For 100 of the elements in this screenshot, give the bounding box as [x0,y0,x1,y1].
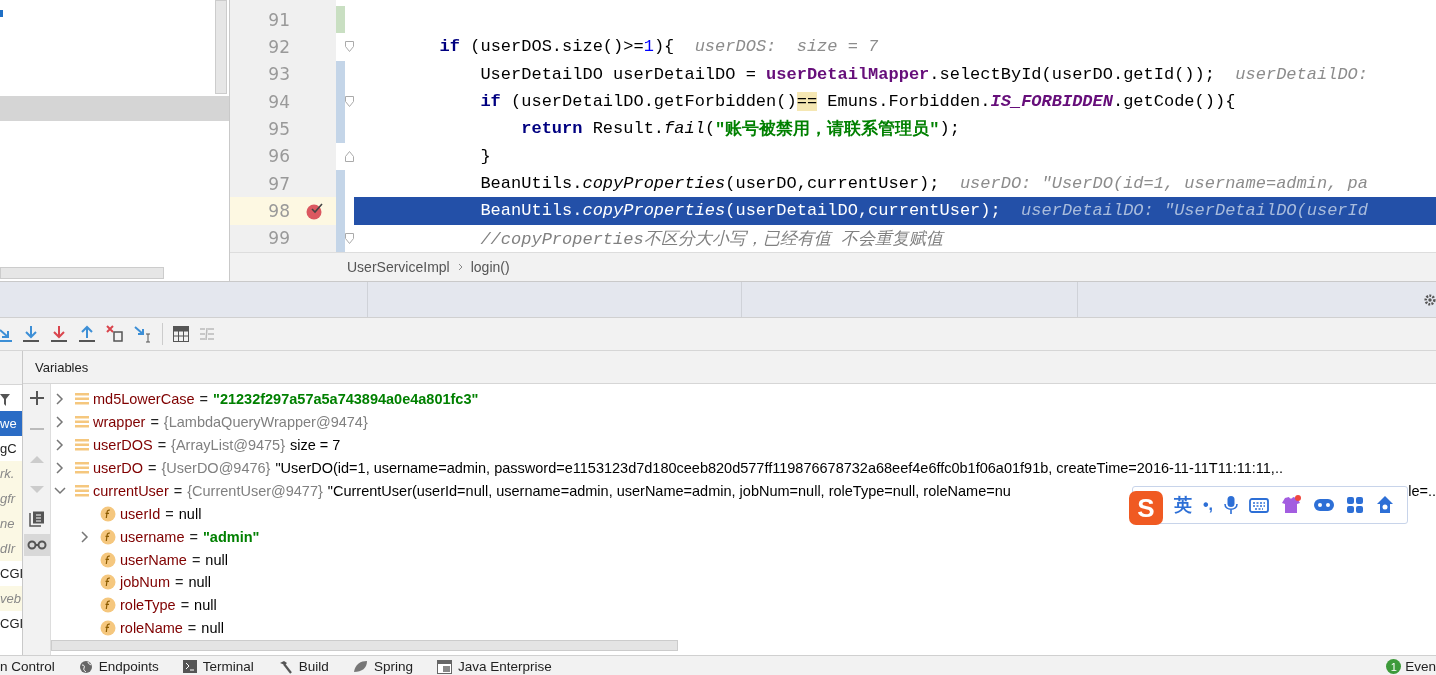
inline-value-hint: userDOS: size = 7 [694,37,879,57]
keyboard-icon[interactable] [1249,497,1270,513]
code-token: BeanUtils. [479,174,583,194]
variable-name: username [120,528,185,545]
tool-window-button[interactable]: Build [298,659,329,674]
grid-icon[interactable] [1346,496,1365,514]
line-number: 92 [267,37,290,57]
scrollbar[interactable] [0,267,164,279]
variable-name: userDOS [93,437,153,454]
tool-window-button[interactable]: Endpoints [98,659,159,674]
microphone-icon[interactable] [1224,495,1239,515]
shirt-icon[interactable] [1280,495,1303,515]
fold-icon[interactable] [345,150,354,162]
fold-icon[interactable] [345,41,354,53]
line-number: 91 [267,9,290,30]
variable-value: "21232f297a57a5a743894a0e4a801fc3" [213,391,479,408]
calculator-icon[interactable] [173,326,189,342]
stack-frame[interactable]: gC [0,436,22,461]
settings-icon[interactable] [1424,292,1436,307]
equals-sign: = [165,505,174,522]
code-token: copyProperties [582,201,726,221]
variable-name: md5LowerCase [93,391,195,408]
field-icon [100,597,116,614]
stack-frame[interactable]: we [0,411,22,436]
drop-frame-icon[interactable] [106,325,124,343]
code-token: BeanUtils. [479,201,583,221]
tool-window-button[interactable]: n Control [0,659,55,674]
inline-value-hint: userDetailDO: [1235,64,1368,84]
filter-icon[interactable] [0,393,10,407]
chevron-right-icon[interactable] [81,530,89,543]
line-number: 93 [267,64,290,85]
code-token: == [796,92,818,112]
scrollbar[interactable] [51,639,678,651]
tool-window-button[interactable]: Even [1405,659,1436,674]
leaf-icon [352,660,368,673]
variable-icon [75,438,89,453]
change-marker[interactable] [336,6,345,34]
chevron-right-icon[interactable] [56,416,64,429]
force-step-into-icon[interactable] [50,325,68,343]
variable-value: null [188,574,211,591]
code-token: } [479,146,491,166]
variable-icon [75,483,89,498]
glasses-icon[interactable] [26,540,47,550]
scrollbar[interactable] [215,0,227,94]
code-token: Emuns.Forbidden. [826,92,991,112]
run-to-cursor-icon[interactable] [134,325,152,343]
object-reference: {CurrentUser@9477} [187,482,323,499]
plus-icon[interactable] [29,391,44,405]
selection-marker [0,10,3,17]
fold-icon[interactable] [345,96,354,108]
equals-sign: = [187,620,197,637]
stack-frame[interactable]: CGI [0,561,22,586]
object-reference: {LambdaQueryWrapper@9474} [163,414,368,431]
tool-window-button[interactable]: Spring [373,659,413,674]
code-token: ){ [653,37,675,57]
input-mode-toggle[interactable]: 英 [1174,493,1192,517]
stack-frame[interactable]: CGI [0,611,22,636]
window-icon [436,659,452,674]
house-icon[interactable] [1375,495,1396,515]
change-marker[interactable] [336,224,345,252]
chevron-right-icon[interactable] [56,439,64,452]
step-out-icon[interactable] [78,325,96,343]
code-token: return [520,119,583,139]
variable-value: "CurrentUser(userId=null, username=admin, userName=admin, jobNum=null, roleType=null, roleName=nu [327,482,1011,499]
breakpoint-icon[interactable] [305,201,325,220]
step-into-icon[interactable] [22,325,40,343]
change-marker[interactable] [336,115,345,143]
variable-icon [75,461,89,476]
breadcrumb[interactable]: UserServiceImpl [347,259,450,275]
fold-icon[interactable] [345,232,354,244]
variable-value: null [205,551,228,568]
object-reference: {ArrayList@9475} [171,437,285,454]
line-number: 99 [267,228,290,249]
breadcrumb[interactable]: login() [470,259,510,275]
inline-value-hint: userDetailDO: "UserDetailDO(userId [1021,201,1368,221]
field-icon [100,620,116,637]
chevron-right-icon[interactable] [56,462,64,475]
gamepad-icon[interactable] [1313,497,1336,513]
code-token: .getCode()){ [1112,92,1236,112]
variable-value: "admin" [202,528,260,545]
punctuation-toggle[interactable]: •, [1203,496,1214,514]
change-marker[interactable] [336,169,345,198]
variable-value: null [178,505,202,522]
equals-sign: = [150,414,159,431]
tool-window-button[interactable]: Terminal [202,659,254,674]
code-token: 1 [643,37,654,57]
variable-name: userName [120,551,187,568]
chevron-down-icon[interactable] [54,486,66,495]
code-token: UserDetailDO userDetailDO = [479,64,757,84]
code-token: if [438,37,461,57]
copy-icon[interactable] [28,511,45,527]
code-token: (userDOS.size()>= [469,37,644,57]
variable-value: le=.. [1408,482,1436,499]
tool-window-button[interactable]: Java Enterprise [457,659,552,674]
variable-name: currentUser [93,482,169,499]
chevron-right-icon[interactable] [56,393,64,406]
change-marker[interactable] [336,60,345,88]
code-token: (userDO,currentUser); [725,174,940,194]
variable-name: jobNum [120,574,170,591]
code-token: IS_FORBIDDEN [990,92,1113,112]
